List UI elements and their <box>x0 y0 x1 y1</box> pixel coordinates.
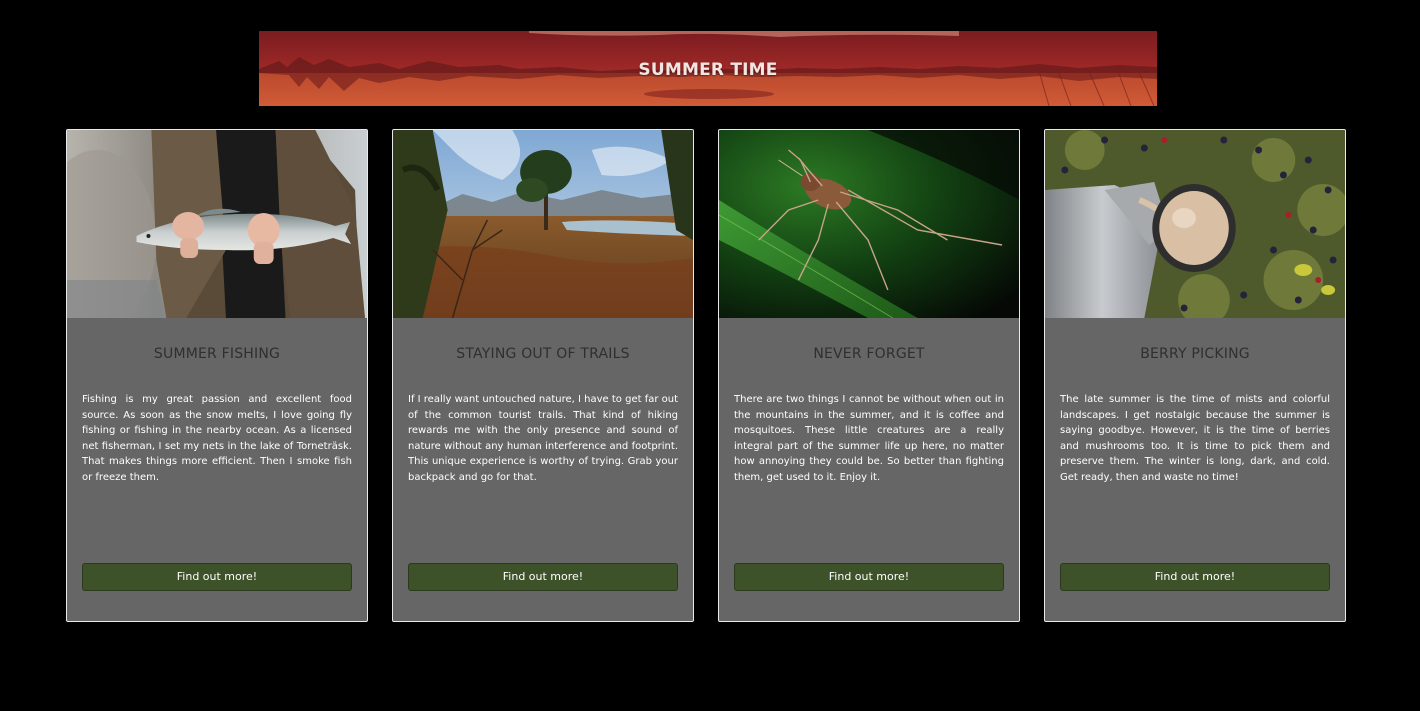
person-holding-fish-photo <box>67 130 367 318</box>
card-description: There are two things I cannot be without… <box>734 394 1004 483</box>
card-image <box>719 130 1019 318</box>
mosquito-on-grass-photo <box>719 130 1019 318</box>
find-out-more-button[interactable]: Find out more! <box>734 563 1004 591</box>
card-title: SUMMER FISHING <box>153 346 281 362</box>
card-title: STAYING OUT OF TRAILS <box>456 346 630 362</box>
card-title: BERRY PICKING <box>1140 346 1250 362</box>
card-grid: SUMMER FISHING Fishing is my great passi… <box>66 129 1350 624</box>
card-image <box>1045 130 1345 318</box>
find-out-more-button[interactable]: Find out more! <box>82 563 352 591</box>
header-banner: SUMMER TIME <box>259 31 1157 106</box>
thermos-pouring-coffee-on-berries-photo <box>1045 130 1345 318</box>
card-description: The late summer is the time of mists and… <box>1060 394 1330 483</box>
card-staying-out-of-trails: STAYING OUT OF TRAILS If I really want u… <box>392 129 694 622</box>
page-title: SUMMER TIME <box>638 59 778 80</box>
card-description: If I really want untouched nature, I hav… <box>408 394 679 483</box>
card-description: Fishing is my great passion and excellen… <box>82 394 352 483</box>
card-image <box>393 130 693 318</box>
autumn-wilderness-landscape-photo <box>393 130 693 318</box>
find-out-more-button[interactable]: Find out more! <box>1060 563 1330 591</box>
card-never-forget: NEVER FORGET There are two things I cann… <box>718 129 1020 622</box>
card-image <box>67 130 367 318</box>
card-berry-picking: BERRY PICKING The late summer is the tim… <box>1044 129 1346 622</box>
card-summer-fishing: SUMMER FISHING Fishing is my great passi… <box>66 129 368 622</box>
find-out-more-button[interactable]: Find out more! <box>408 563 678 591</box>
card-title: NEVER FORGET <box>813 346 925 362</box>
